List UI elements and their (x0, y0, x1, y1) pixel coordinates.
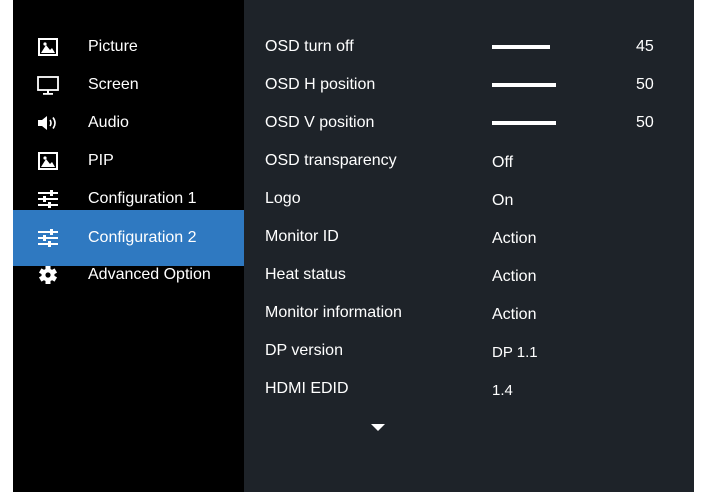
sliders-icon (38, 190, 58, 208)
setting-heat-status[interactable]: Heat status Action (244, 256, 694, 294)
level-bar[interactable] (492, 45, 550, 49)
gear-icon (38, 266, 58, 284)
setting-osd-turn-off[interactable]: OSD turn off 45 (244, 28, 694, 66)
sidebar-item-label: Advanced Option (88, 266, 211, 283)
speaker-icon (38, 116, 56, 130)
setting-label: HDMI EDID (265, 380, 349, 397)
setting-dp-version[interactable]: DP version DP 1.1 (244, 332, 694, 370)
picture-icon (38, 38, 58, 56)
setting-value: Action (492, 268, 537, 285)
setting-label: Heat status (265, 266, 346, 283)
level-bar[interactable] (492, 83, 556, 87)
sidebar-item-label: Audio (88, 114, 129, 131)
setting-label: DP version (265, 342, 343, 359)
setting-value: 1.4 (492, 382, 513, 399)
setting-value: Action (492, 230, 537, 247)
setting-label: Logo (265, 190, 301, 207)
sidebar-item-pip[interactable]: PIP (13, 142, 244, 180)
sidebar-item-label: Picture (88, 38, 138, 55)
setting-label: OSD transparency (265, 152, 397, 169)
setting-monitor-information[interactable]: Monitor information Action (244, 294, 694, 332)
setting-value: 50 (636, 76, 654, 93)
setting-label: OSD V position (265, 114, 375, 131)
setting-osd-transparency[interactable]: OSD transparency Off (244, 142, 694, 180)
setting-logo[interactable]: Logo On (244, 180, 694, 218)
sidebar-item-screen[interactable]: Screen (13, 66, 244, 104)
setting-value: DP 1.1 (492, 344, 538, 361)
sidebar-item-label: Screen (88, 76, 139, 93)
sidebar-item-picture[interactable]: Picture (13, 28, 244, 66)
sidebar-item-advanced-option[interactable]: Advanced Option (13, 256, 244, 294)
sidebar-item-audio[interactable]: Audio (13, 104, 244, 142)
level-bar[interactable] (492, 121, 556, 125)
setting-hdmi-edid[interactable]: HDMI EDID 1.4 (244, 370, 694, 408)
setting-value: Action (492, 306, 537, 323)
setting-value: On (492, 192, 514, 209)
setting-osd-v-position[interactable]: OSD V position 50 (244, 104, 694, 142)
setting-osd-h-position[interactable]: OSD H position 50 (244, 66, 694, 104)
chevron-down-icon[interactable] (371, 424, 385, 432)
picture-icon (38, 152, 58, 170)
setting-value: 45 (636, 38, 654, 55)
sliders-icon (38, 229, 58, 247)
sidebar-item-label: PIP (88, 152, 114, 169)
setting-value: Off (492, 154, 514, 171)
monitor-icon (37, 76, 59, 95)
setting-value: 50 (636, 114, 654, 131)
setting-label: Monitor ID (265, 228, 339, 245)
setting-label: OSD H position (265, 76, 376, 93)
setting-label: OSD turn off (265, 38, 354, 55)
setting-label: Monitor information (265, 304, 402, 321)
setting-monitor-id[interactable]: Monitor ID Action (244, 218, 694, 256)
